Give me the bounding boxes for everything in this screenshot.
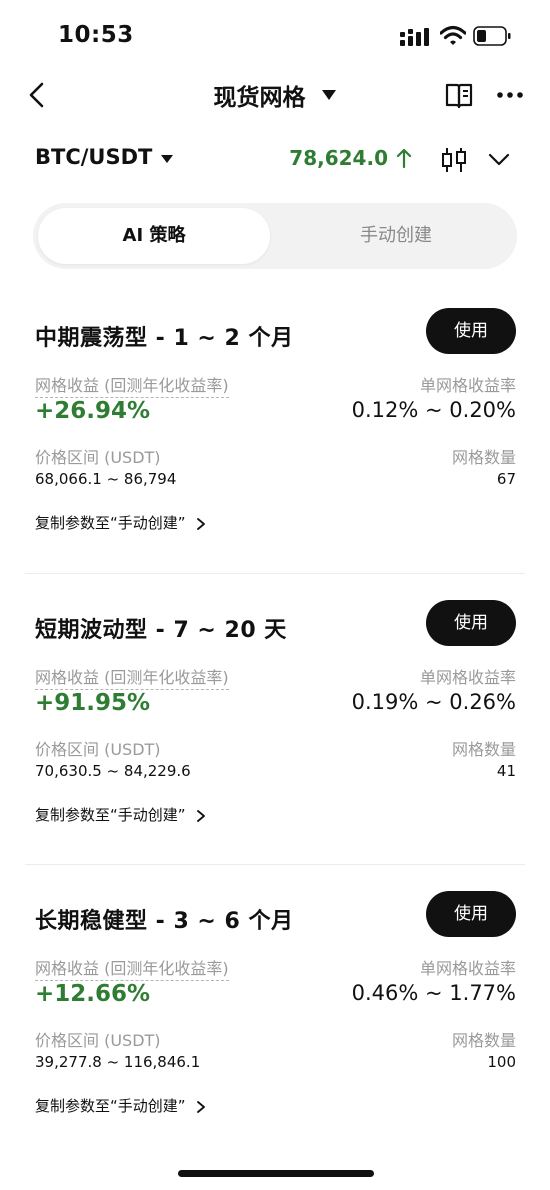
strategy-mode-tabs: AI 策略 手动创建 [33,203,517,269]
yield-label[interactable]: 网格收益 (回测年化收益率) [35,372,229,398]
wifi-icon [440,25,466,45]
grid-count-label: 网格数量 [451,448,516,467]
grid-count-value: 41 [496,762,516,780]
yield-value: +12.66% [35,981,151,1007]
per-grid-value: 0.12% ~ 0.20% [351,398,516,422]
divider [25,864,525,865]
strategy-card: 中期震荡型 - 1 ~ 2 个月 使用 网格收益 (回测年化收益率) +26.9… [0,308,550,610]
grid-count-value: 100 [487,1053,516,1071]
divider [25,573,525,574]
home-indicator[interactable] [178,1170,374,1177]
book-icon[interactable] [444,80,474,110]
copy-params-label: 复制参数至“手动创建” [35,806,186,824]
price-range-label: 价格区间 (USDT) [35,740,161,759]
per-grid-label: 单网格收益率 [419,959,516,978]
price-range-label: 价格区间 (USDT) [35,448,161,467]
copy-params-link[interactable]: 复制参数至“手动创建” [35,1095,206,1116]
per-grid-label: 单网格收益率 [419,376,516,395]
header: 现货网格 [0,70,550,120]
price-range-value: 39,277.8 ~ 116,846.1 [35,1053,201,1071]
per-grid-value: 0.19% ~ 0.26% [351,690,516,714]
price-range-label: 价格区间 (USDT) [35,1031,161,1050]
candlestick-chart-icon[interactable] [440,146,468,174]
tab-ai-strategy[interactable]: AI 策略 [38,208,270,264]
status-bar: 10:53 [0,0,550,70]
chevron-right-icon [196,809,205,822]
strategy-title: 长期稳健型 - 3 ~ 6 个月 [35,909,294,934]
strategy-card: 长期稳健型 - 3 ~ 6 个月 使用 网格收益 (回测年化收益率) +12.6… [0,891,550,1190]
copy-params-link[interactable]: 复制参数至“手动创建” [35,804,206,825]
pair-selector[interactable]: BTC/USDT [35,145,152,169]
yield-value: +91.95% [35,690,151,716]
copy-params-link[interactable]: 复制参数至“手动创建” [35,512,206,533]
copy-params-label: 复制参数至“手动创建” [35,514,186,532]
grid-count-label: 网格数量 [451,1031,516,1050]
per-grid-label: 单网格收益率 [419,668,516,687]
yield-label[interactable]: 网格收益 (回测年化收益率) [35,955,229,981]
last-price: 78,624.0 [289,146,388,170]
use-button[interactable]: 使用 [426,308,516,354]
price-range-value: 70,630.5 ~ 84,229.6 [35,762,191,780]
chevron-right-icon [196,517,205,530]
strategy-card: 短期波动型 - 7 ~ 20 天 使用 网格收益 (回测年化收益率) +91.9… [0,600,550,902]
strategy-title: 短期波动型 - 7 ~ 20 天 [35,618,287,643]
battery-icon [473,26,511,46]
use-button[interactable]: 使用 [426,600,516,646]
copy-params-label: 复制参数至“手动创建” [35,1097,186,1115]
grid-count-label: 网格数量 [451,740,516,759]
caret-down-icon[interactable] [160,154,174,164]
price-range-value: 68,066.1 ~ 86,794 [35,470,177,488]
cellular-signal-icon [400,28,429,46]
page-title: 现货网格 [213,85,306,111]
per-grid-value: 0.46% ~ 1.77% [351,981,516,1005]
chevron-down-icon[interactable] [488,150,510,168]
status-time: 10:53 [58,22,134,48]
strategy-title: 中期震荡型 - 1 ~ 2 个月 [35,326,294,351]
arrow-up-icon [396,148,412,169]
yield-value: +26.94% [35,398,151,424]
grid-count-value: 67 [496,470,516,488]
chevron-right-icon [196,1100,205,1113]
caret-down-icon [321,90,336,100]
trading-pair-row: BTC/USDT 78,624.0 [0,140,550,180]
tab-manual-create[interactable]: 手动创建 [280,208,512,264]
yield-label[interactable]: 网格收益 (回测年化收益率) [35,664,229,690]
more-options-icon[interactable] [496,82,524,108]
use-button[interactable]: 使用 [426,891,516,937]
